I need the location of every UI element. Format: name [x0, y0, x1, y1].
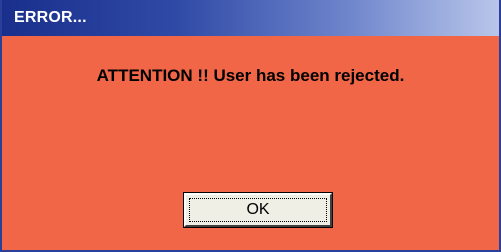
title-bar[interactable]: ERROR... [2, 0, 499, 36]
error-dialog-window: ERROR... ATTENTION !! User has been reje… [0, 0, 501, 252]
ok-button-label: OK [246, 201, 270, 218]
window-title: ERROR... [14, 9, 87, 26]
ok-button[interactable]: OK [183, 192, 333, 228]
error-message: ATTENTION !! User has been rejected. [96, 66, 405, 85]
